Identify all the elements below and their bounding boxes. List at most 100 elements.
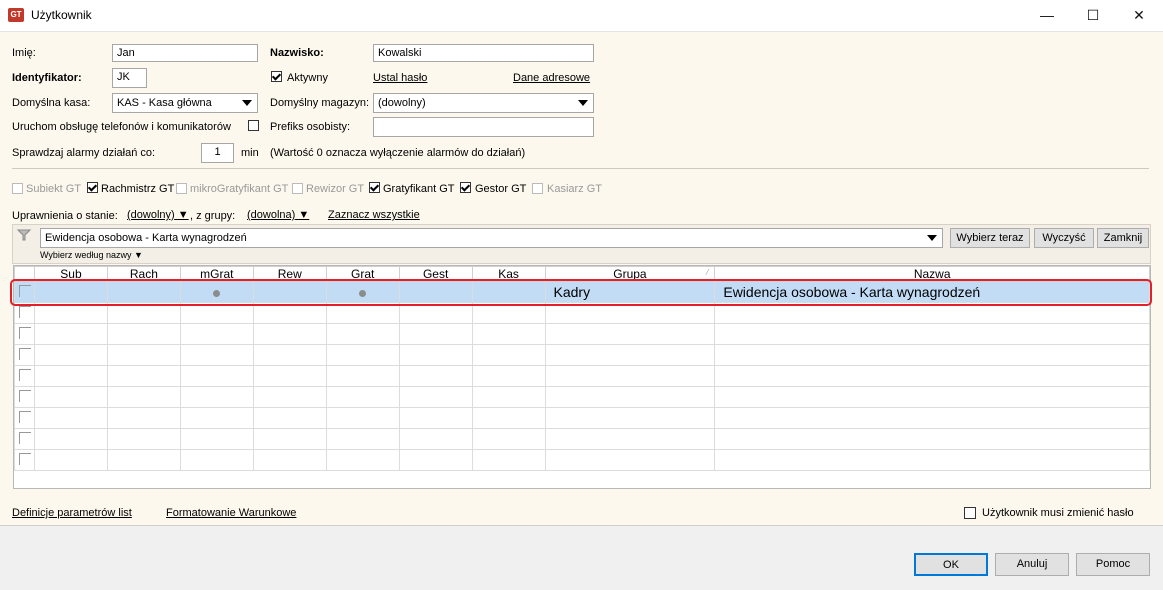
alarmy-input[interactable]: 1 [201,143,234,163]
empty-cell [714,407,1150,429]
kasa-value: KAS - Kasa główna [117,97,212,109]
empty-cell [471,449,546,471]
empty-cell [106,449,181,471]
maximize-icon[interactable]: ☐ [1070,0,1116,31]
empty-cell [398,386,473,408]
empty-cell [471,386,546,408]
close-filter-button[interactable]: Zamknij [1097,228,1149,248]
nazwisko-input[interactable]: Kowalski [373,44,594,62]
row-checkbox-cell[interactable] [14,428,35,450]
empty-cell [325,449,400,471]
help-button[interactable]: Pomoc [1076,553,1150,576]
search-by-dropdown[interactable]: Wybierz według nazwy ▼ [40,250,143,260]
table-row[interactable] [14,344,1150,366]
selected-row-highlight [10,279,1152,306]
must-change-pw-checkbox[interactable] [964,507,976,519]
module-gestor-label: Gestor GT [475,183,527,195]
select-all-link[interactable]: Zaznacz wszystkie [328,209,420,221]
row-checkbox[interactable] [19,410,31,423]
module-gratyfikant-label: Gratyfikant GT [383,183,455,195]
row-checkbox-cell[interactable] [14,407,35,429]
row-checkbox[interactable] [19,368,31,381]
row-checkbox[interactable] [19,389,31,402]
table-row[interactable] [14,323,1150,345]
alarmy-hint: (Wartość 0 oznacza wyłączenie alarmów do… [270,147,526,159]
empty-cell [325,428,400,450]
empty-cell [252,344,327,366]
alarmy-label: Sprawdzaj alarmy działań co: [12,147,156,159]
row-checkbox[interactable] [19,305,31,318]
empty-cell [544,323,716,345]
empty-cell [544,428,716,450]
module-mikrogratyfikant-checkbox[interactable] [176,183,187,194]
caret-down-icon: ▼ [298,209,310,221]
empty-cell [106,323,181,345]
telefony-checkbox[interactable] [248,120,259,131]
imie-input[interactable]: Jan [112,44,258,62]
module-rachmistrz-checkbox[interactable] [87,182,98,193]
chevron-down-icon [578,100,588,106]
row-checkbox-cell[interactable] [14,365,35,387]
dane-adresowe-link[interactable]: Dane adresowe [513,72,590,84]
empty-cell [179,323,254,345]
table-row[interactable] [14,365,1150,387]
formatting-link[interactable]: Formatowanie Warunkowe [166,507,296,519]
title-bar: GT Użytkownik — ☐ ✕ [0,0,1163,32]
state-dropdown[interactable]: (dowolny) ▼ [127,209,189,221]
empty-cell [106,407,181,429]
group-dropdown[interactable]: (dowolna) ▼ [247,209,309,221]
module-gestor-checkbox[interactable] [460,182,471,193]
module-subiekt-checkbox[interactable] [12,183,23,194]
must-change-pw-label: Użytkownik musi zmienić hasło [982,507,1134,519]
kasa-select[interactable]: KAS - Kasa główna [112,93,258,113]
footer-bar [0,525,1163,590]
row-checkbox-cell[interactable] [14,449,35,471]
empty-cell [544,449,716,471]
row-checkbox-cell[interactable] [14,386,35,408]
empty-cell [179,365,254,387]
minimize-icon[interactable]: — [1024,0,1070,31]
module-rachmistrz-label: Rachmistrz GT [101,183,175,195]
close-icon[interactable]: ✕ [1116,0,1162,31]
chevron-down-icon [927,235,937,241]
magazyn-select[interactable]: (dowolny) [373,93,594,113]
empty-cell [714,428,1150,450]
cancel-button[interactable]: Anuluj [995,553,1069,576]
ustal-haslo-link[interactable]: Ustal hasło [373,72,427,84]
empty-cell [544,407,716,429]
empty-cell [33,323,108,345]
def-params-link[interactable]: Definicje parametrów list [12,507,132,519]
module-rewizor-checkbox[interactable] [292,183,303,194]
search-combobox[interactable]: Ewidencja osobowa - Karta wynagrodzeń [40,228,943,248]
empty-cell [714,323,1150,345]
select-now-button[interactable]: Wybierz teraz [950,228,1030,248]
module-gratyfikant-checkbox[interactable] [369,182,380,193]
empty-cell [471,407,546,429]
module-kasiarz-checkbox[interactable] [532,183,543,194]
prefiks-input[interactable] [373,117,594,137]
empty-cell [398,344,473,366]
table-row[interactable] [14,428,1150,450]
empty-cell [398,323,473,345]
row-checkbox[interactable] [19,326,31,339]
row-checkbox[interactable] [19,347,31,360]
window-title: Użytkownik [31,8,92,22]
row-checkbox-cell[interactable] [14,323,35,345]
table-row[interactable] [14,407,1150,429]
aktywny-label: Aktywny [287,72,328,84]
row-checkbox[interactable] [19,452,31,465]
empty-cell [398,365,473,387]
identyfikator-input[interactable]: JK [112,68,147,88]
empty-cell [325,386,400,408]
table-row[interactable] [14,449,1150,471]
telefony-label: Uruchom obsługę telefonów i komunikatoró… [12,121,231,133]
ok-button[interactable]: OK [914,553,988,576]
empty-cell [252,449,327,471]
empty-cell [544,386,716,408]
row-checkbox[interactable] [19,431,31,444]
empty-cell [325,344,400,366]
aktywny-checkbox[interactable] [271,71,282,82]
table-row[interactable] [14,386,1150,408]
row-checkbox-cell[interactable] [14,344,35,366]
clear-button[interactable]: Wyczyść [1034,228,1094,248]
